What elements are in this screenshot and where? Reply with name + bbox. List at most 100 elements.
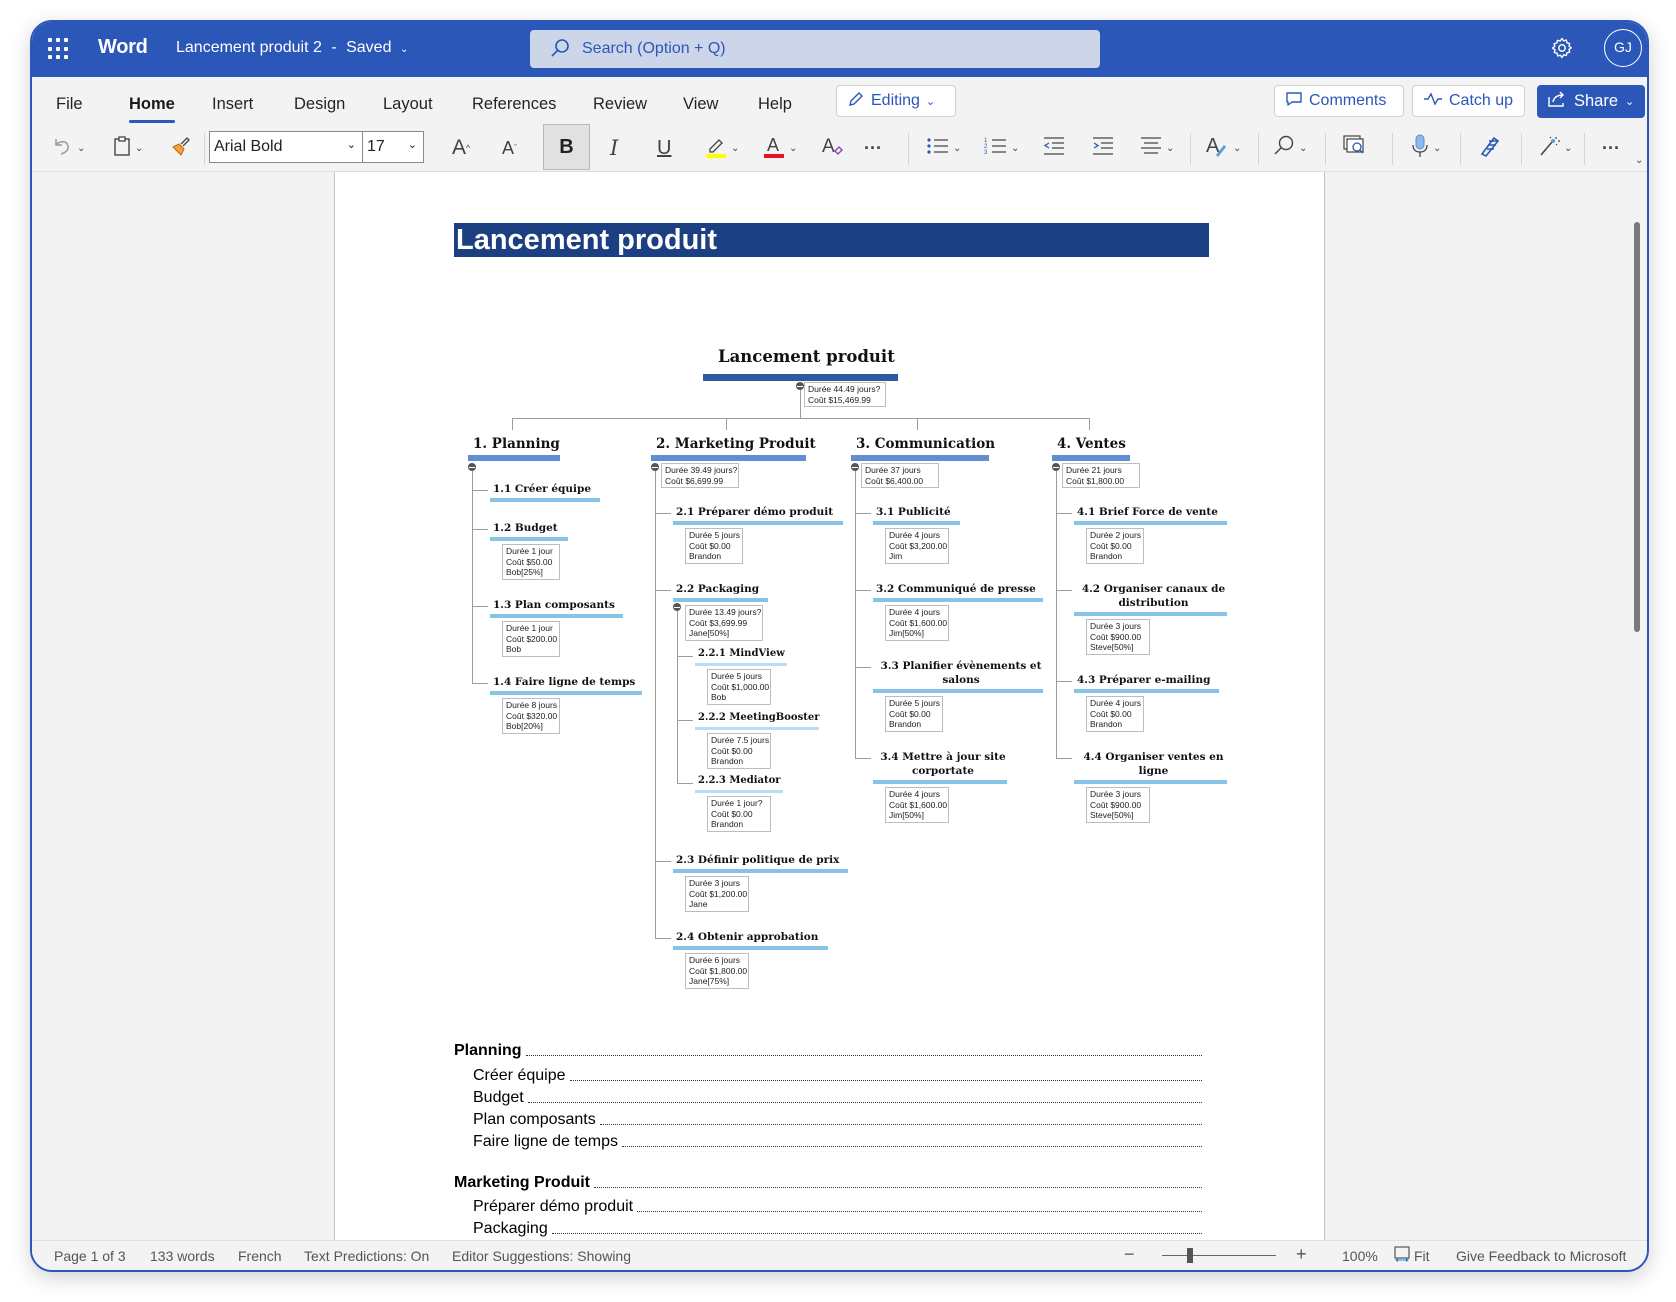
numbering-button[interactable]: 123 ⌄ xyxy=(984,133,1019,163)
wbs-task-title[interactable]: 1.2 Budget xyxy=(493,521,571,535)
wbs-task-title[interactable]: 2.2 Packaging xyxy=(676,582,771,596)
wbs-task-title[interactable]: 2.4 Obtenir approbation xyxy=(676,930,831,944)
zoom-level[interactable]: 100% xyxy=(1342,1248,1378,1264)
zoom-slider[interactable] xyxy=(1162,1248,1276,1263)
font-name-select[interactable]: Arial Bold ⌄ xyxy=(209,131,363,163)
clear-formatting-button[interactable]: A xyxy=(820,133,846,163)
bullets-button[interactable]: ⌄ xyxy=(926,133,961,163)
wbs-task-title[interactable]: 3.1 Publicité xyxy=(876,505,963,519)
wbs-task-title[interactable]: 1.3 Plan composants xyxy=(493,598,626,612)
feedback-link[interactable]: Give Feedback to Microsoft xyxy=(1456,1248,1626,1264)
paste-button[interactable]: ⌄ xyxy=(112,133,143,163)
increase-indent-button[interactable] xyxy=(1091,133,1115,163)
language-indicator[interactable]: French xyxy=(238,1248,282,1264)
wbs-task-title[interactable]: 2.1 Préparer démo produit xyxy=(676,505,846,519)
zoom-slider-thumb[interactable] xyxy=(1187,1248,1194,1263)
toc-subentry[interactable]: Packaging xyxy=(473,1218,1202,1238)
toc-subentry[interactable]: Faire ligne de temps xyxy=(473,1131,1202,1151)
wbs-task-title[interactable]: 3.4 Mettre à jour site corportate xyxy=(876,750,1010,778)
collapse-toggle-icon[interactable] xyxy=(468,463,476,471)
collapse-toggle-icon[interactable] xyxy=(673,603,681,611)
toc-heading-entry[interactable]: Marketing Produit xyxy=(454,1172,1202,1192)
comments-button[interactable]: Comments xyxy=(1274,85,1404,117)
tab-references[interactable]: References xyxy=(472,95,556,114)
user-avatar[interactable]: GJ xyxy=(1604,29,1642,67)
font-color-button[interactable]: A ⌄ xyxy=(762,133,797,163)
toc-subentry[interactable]: Plan composants xyxy=(473,1109,1202,1129)
wbs-task-title[interactable]: 4.1 Brief Force de vente xyxy=(1077,505,1230,519)
tab-file[interactable]: File xyxy=(56,95,83,114)
zoom-out-button[interactable]: − xyxy=(1124,1244,1135,1265)
wbs-task-title[interactable]: 3.3 Planifier évènements et salons xyxy=(876,659,1046,687)
catch-up-button[interactable]: Catch up xyxy=(1412,85,1525,117)
vertical-scrollbar[interactable] xyxy=(1634,222,1640,632)
editor-button[interactable] xyxy=(1478,133,1502,163)
format-painter-button[interactable] xyxy=(170,133,192,163)
cost-value: Coût $0.00 xyxy=(1090,708,1132,719)
tab-view[interactable]: View xyxy=(683,95,718,114)
wbs-task-title[interactable]: 1.4 Faire ligne de temps xyxy=(493,675,645,689)
tab-layout[interactable]: Layout xyxy=(383,95,433,114)
tab-review[interactable]: Review xyxy=(593,95,647,114)
collapse-toggle-icon[interactable] xyxy=(651,463,659,471)
wbs-subtask-title[interactable]: 2.2.3 Mediator xyxy=(698,775,781,786)
share-button[interactable]: Share ⌄ xyxy=(1537,85,1645,118)
collapse-toggle-icon[interactable] xyxy=(1052,463,1060,471)
toc-subentry[interactable]: Budget xyxy=(473,1087,1202,1107)
alignment-button[interactable]: ⌄ xyxy=(1139,133,1174,163)
bold-button[interactable]: B xyxy=(543,124,590,170)
wbs-task-title[interactable]: 4.3 Préparer e-mailing xyxy=(1077,673,1222,687)
wbs-phase-title[interactable]: 1. Planning xyxy=(473,436,560,452)
tab-home[interactable]: Home xyxy=(129,95,175,123)
editing-mode-button[interactable]: Editing ⌄ xyxy=(836,85,956,117)
toc-subentry[interactable]: Préparer démo produit xyxy=(473,1196,1202,1216)
decrease-indent-button[interactable] xyxy=(1042,133,1066,163)
wbs-phase-title[interactable]: 3. Communication xyxy=(856,436,995,452)
wbs-task-title[interactable]: 1.1 Créer équipe xyxy=(493,482,603,496)
expand-ribbon-button[interactable]: ⌄ xyxy=(1632,145,1643,175)
font-size-select[interactable]: 17 ⌄ xyxy=(362,131,424,163)
word-count[interactable]: 133 words xyxy=(150,1248,215,1264)
styles-button[interactable]: A ⌄ xyxy=(1204,133,1241,163)
search-box[interactable]: Search (Option + Q) xyxy=(530,30,1100,68)
italic-button[interactable]: I xyxy=(610,133,618,163)
wbs-root-title[interactable]: Lancement produit xyxy=(718,347,895,366)
shrink-font-button[interactable]: Aˇ xyxy=(502,133,517,163)
underline-button[interactable]: U xyxy=(657,133,671,163)
fit-button[interactable]: Fit xyxy=(1414,1248,1430,1264)
toc-subentry[interactable]: Créer équipe xyxy=(473,1065,1202,1085)
wbs-task-title[interactable]: 2.3 Définir politique de prix xyxy=(676,853,851,867)
text-predictions-status[interactable]: Text Predictions: On xyxy=(304,1248,429,1264)
more-options-button[interactable]: ··· xyxy=(1602,133,1620,163)
wbs-phase-title[interactable]: 4. Ventes xyxy=(1057,436,1126,452)
wbs-subtask-title[interactable]: 2.2.1 MindView xyxy=(698,648,785,659)
designer-button[interactable]: ⌄ xyxy=(1537,133,1572,163)
wbs-phase-title[interactable]: 2. Marketing Produit xyxy=(656,436,816,452)
wbs-subtask-title[interactable]: 2.2.2 MeetingBooster xyxy=(698,712,819,723)
document-heading[interactable]: Lancement produit xyxy=(454,223,1209,257)
tab-help[interactable]: Help xyxy=(758,95,792,114)
editor-suggestions-status[interactable]: Editor Suggestions: Showing xyxy=(452,1248,631,1264)
find-button[interactable]: ⌄ xyxy=(1272,133,1307,163)
reuse-files-button[interactable] xyxy=(1342,133,1368,163)
document-name-menu[interactable]: Lancement produit 2 - Saved ⌄ xyxy=(176,39,408,57)
settings-gear-icon[interactable] xyxy=(1550,36,1574,65)
highlight-button[interactable]: ⌄ xyxy=(704,133,739,163)
wbs-task-title[interactable]: 4.2 Organiser canaux de distribution xyxy=(1077,582,1230,610)
page-count[interactable]: Page 1 of 3 xyxy=(54,1248,126,1264)
zoom-in-button[interactable]: + xyxy=(1296,1244,1307,1265)
document-page[interactable]: Lancement produit Lancement produit Durée… xyxy=(334,172,1325,1240)
dictate-button[interactable]: ⌄ xyxy=(1410,133,1441,163)
undo-button[interactable]: ⌄ xyxy=(52,133,85,163)
more-font-options-button[interactable]: ··· xyxy=(864,133,882,163)
wbs-task-title[interactable]: 4.4 Organiser ventes en ligne xyxy=(1077,750,1230,778)
tab-design[interactable]: Design xyxy=(294,95,345,114)
wbs-task-title[interactable]: 3.2 Communiqué de presse xyxy=(876,582,1046,596)
toc-heading-entry[interactable]: Planning xyxy=(454,1040,1202,1060)
grow-font-button[interactable]: A ^ xyxy=(452,133,470,163)
app-name[interactable]: Word xyxy=(98,36,148,59)
app-launcher-icon[interactable] xyxy=(48,38,70,60)
collapse-toggle-icon[interactable] xyxy=(851,463,859,471)
tab-insert[interactable]: Insert xyxy=(212,95,253,114)
collapse-toggle-icon[interactable] xyxy=(796,382,804,390)
